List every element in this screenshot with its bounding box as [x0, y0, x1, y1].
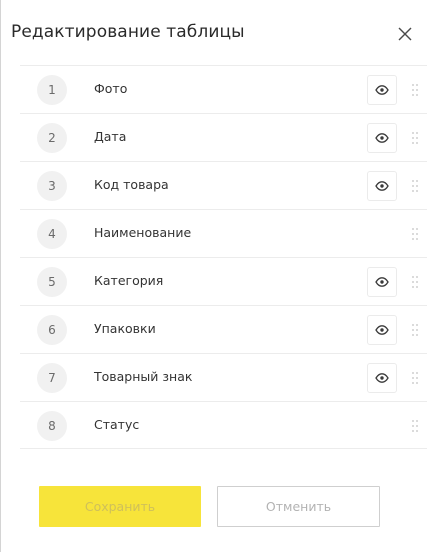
column-row: 7 Товарный знак	[20, 353, 427, 401]
column-row: 5 Категория	[20, 257, 427, 305]
column-number: 4	[37, 219, 67, 249]
column-label: Упаковки	[94, 321, 156, 336]
column-label: Товарный знак	[94, 369, 193, 384]
column-label: Наименование	[94, 225, 192, 240]
eye-icon[interactable]	[367, 315, 397, 345]
eye-icon[interactable]	[367, 123, 397, 153]
column-number: 3	[37, 171, 67, 201]
column-number: 6	[37, 315, 67, 345]
column-label: Код товара	[94, 177, 169, 192]
drag-handle-icon[interactable]	[411, 274, 419, 288]
column-label: Дата	[94, 129, 127, 144]
drag-handle-icon[interactable]	[411, 370, 419, 384]
drag-handle-icon[interactable]	[411, 418, 419, 432]
column-list: 1 Фото 2 Дата 3 Код товара 4 Наименовани…	[20, 65, 427, 449]
dialog-footer: Сохранить Отменить	[1, 455, 427, 552]
drag-handle-icon[interactable]	[411, 178, 419, 192]
drag-handle-icon[interactable]	[411, 82, 419, 96]
column-label: Статус	[94, 417, 140, 432]
save-button[interactable]: Сохранить	[39, 486, 201, 527]
column-row: 6 Упаковки	[20, 305, 427, 353]
column-row: 2 Дата	[20, 113, 427, 161]
drag-handle-icon[interactable]	[411, 130, 419, 144]
column-row: 4 Наименование	[20, 209, 427, 257]
column-row: 1 Фото	[20, 65, 427, 113]
column-row: 8 Статус	[20, 401, 427, 449]
column-row: 3 Код товара	[20, 161, 427, 209]
column-label: Фото	[94, 81, 128, 96]
close-icon[interactable]	[396, 25, 414, 43]
eye-icon[interactable]	[367, 75, 397, 105]
eye-icon[interactable]	[367, 171, 397, 201]
column-number: 5	[37, 267, 67, 297]
dialog-title: Редактирование таблицы	[11, 22, 245, 42]
cancel-button[interactable]: Отменить	[217, 486, 380, 527]
column-number: 2	[37, 123, 67, 153]
column-number: 8	[37, 411, 67, 441]
column-label: Категория	[94, 273, 164, 288]
drag-handle-icon[interactable]	[411, 322, 419, 336]
edit-table-dialog: Редактирование таблицы 1 Фото 2 Дата 3 К…	[0, 0, 427, 552]
eye-icon[interactable]	[367, 267, 397, 297]
eye-icon[interactable]	[367, 363, 397, 393]
drag-handle-icon[interactable]	[411, 226, 419, 240]
dialog-header: Редактирование таблицы	[1, 0, 427, 68]
column-number: 1	[37, 75, 67, 105]
column-number: 7	[37, 363, 67, 393]
